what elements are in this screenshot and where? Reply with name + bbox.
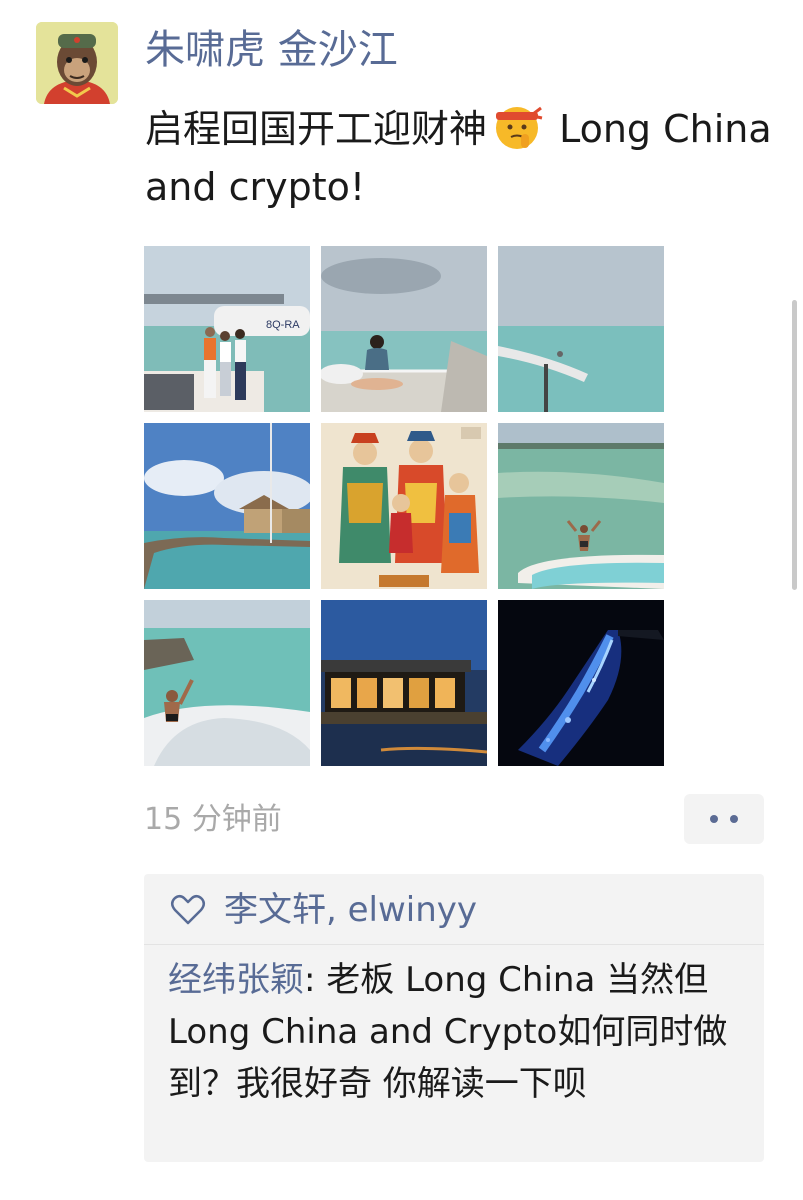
more-dots-icon: [730, 815, 738, 823]
avatar[interactable]: [36, 22, 118, 104]
more-dots-icon: [710, 815, 718, 823]
photo-grid: 8Q-RA: [144, 246, 664, 766]
post-timestamp: 15 分钟前: [144, 802, 282, 837]
comment-author[interactable]: 经纬张颖: [168, 960, 304, 1000]
likes-comments-panel: 李文轩, elwinyy 经纬张颖: 老板 Long China 当然但Long…: [144, 874, 764, 1162]
svg-text:8Q-RA: 8Q-RA: [266, 319, 300, 331]
water-slide-photo[interactable]: [144, 600, 310, 766]
author-name[interactable]: 朱啸虎 金沙江: [145, 22, 398, 78]
likers-list[interactable]: 李文轩, elwinyy: [224, 882, 477, 938]
post-text-cn: 启程回国开工迎财神: [145, 107, 488, 151]
more-actions-button[interactable]: [684, 794, 764, 844]
restaurant-dusk-photo[interactable]: [321, 600, 487, 766]
comment-separator: :: [304, 960, 327, 1000]
comment[interactable]: 经纬张颖: 老板 Long China 当然但Long China and Cr…: [168, 954, 758, 1110]
scrollbar[interactable]: [792, 300, 797, 590]
heart-outline-icon: [170, 892, 206, 928]
woman-on-net-photo[interactable]: [321, 246, 487, 412]
shushing-face-emoji-icon: [491, 100, 543, 152]
god-of-wealth-painting[interactable]: [321, 423, 487, 589]
bioluminescent-beach-photo[interactable]: [498, 600, 664, 766]
post-text: 启程回国开工迎财神 Long China and crypto!: [145, 100, 775, 216]
lagoon-jump-photo[interactable]: [498, 423, 664, 589]
overwater-villa-photo[interactable]: [144, 423, 310, 589]
overwater-swing-photo[interactable]: [498, 246, 664, 412]
likes-row: 李文轩, elwinyy: [144, 874, 764, 945]
seaplane-photo[interactable]: 8Q-RA: [144, 246, 310, 412]
